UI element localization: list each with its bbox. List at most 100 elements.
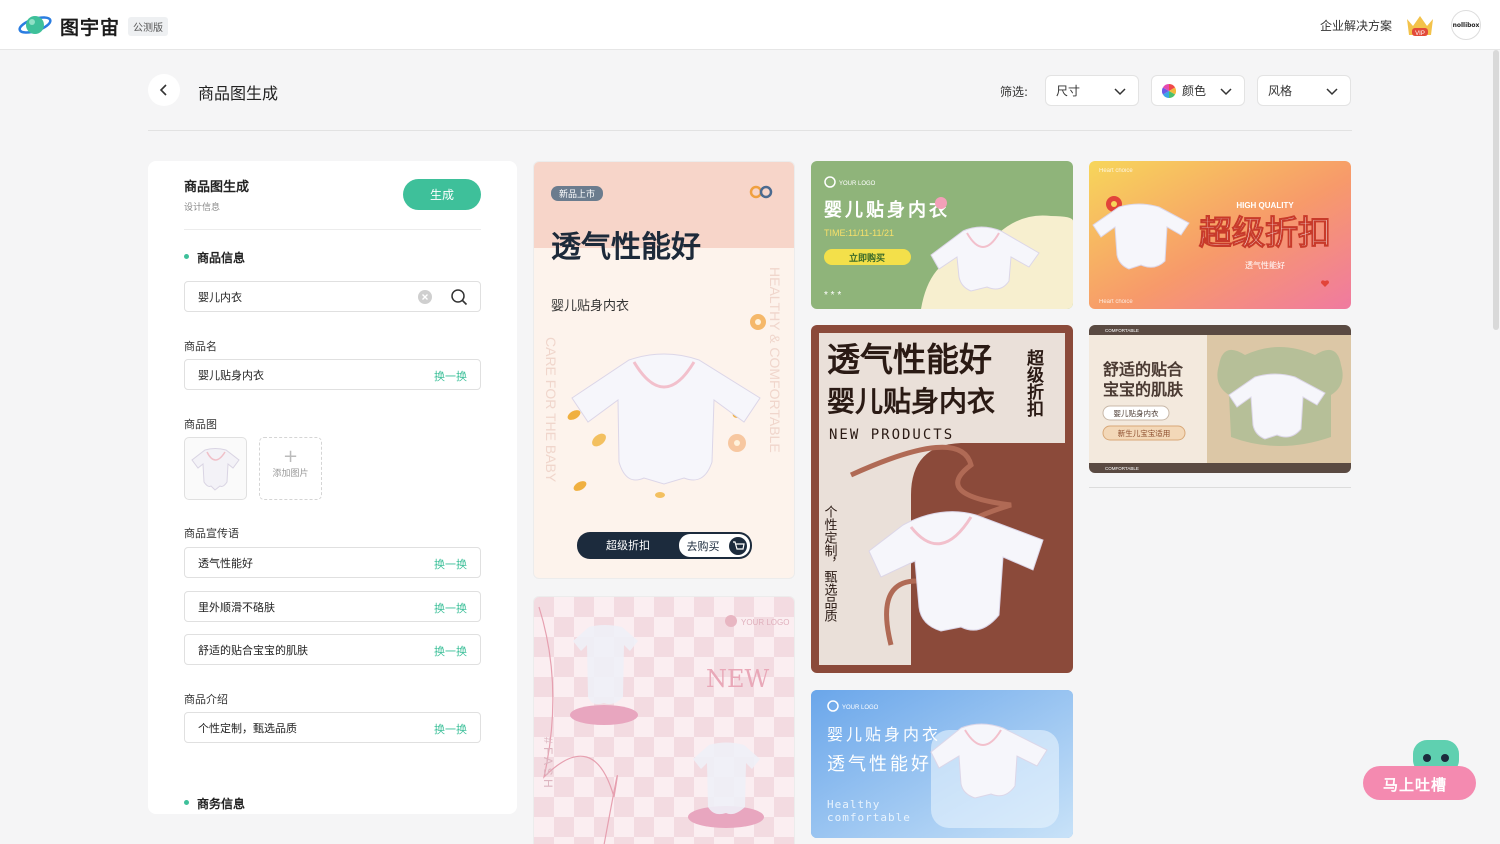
onesie-image <box>191 448 240 491</box>
product-name-label: 商品名 <box>184 340 217 353</box>
card-6-logo: YOUR LOGO <box>741 618 789 627</box>
result-card-6[interactable]: YOUR LOGO NEW # F A S H <box>533 596 795 844</box>
slogan-field[interactable]: 透气性能好 换一换 <box>184 547 481 578</box>
product-thumbnail[interactable] <box>184 437 247 500</box>
plus-icon: + <box>282 446 299 467</box>
card-3-sub: 透气性能好 <box>1245 260 1285 270</box>
result-card-3[interactable]: Heart choice Heart choice HIGH QUALITY 超… <box>1089 161 1351 309</box>
card-3-artwork: Heart choice Heart choice HIGH QUALITY 超… <box>1089 161 1351 309</box>
slogan-label: 商品宣传语 <box>184 527 239 540</box>
chevron-down-icon <box>1114 88 1126 96</box>
card-1-vertical-right: HEALTHY & COMFORTABLE <box>767 267 783 453</box>
card-4-line2: 婴儿贴身内衣 <box>827 385 995 418</box>
card-6-artwork: YOUR LOGO NEW # F A S H <box>534 597 794 844</box>
color-select[interactable]: 颜色 <box>1151 75 1245 106</box>
card-5-tag1: 婴儿贴身内衣 <box>1114 408 1159 418</box>
slogan-value: 舒适的贴合宝宝的肌肤 <box>198 643 308 657</box>
card-2-title: 婴儿贴身内衣 <box>824 199 950 221</box>
result-card-7[interactable]: YOUR LOGO 婴儿贴身内衣 透气性能好 Healthy comfortab… <box>811 690 1073 838</box>
swap-button[interactable]: 换一换 <box>434 600 467 616</box>
search-value: 婴儿内衣 <box>198 290 242 304</box>
card-7-title1: 婴儿贴身内衣 <box>827 725 941 744</box>
card-2-logo: YOUR LOGO <box>839 181 876 187</box>
style-select[interactable]: 风格 <box>1257 75 1351 106</box>
intro-label: 商品介绍 <box>184 693 228 706</box>
result-card-5[interactable]: COMFORTABLE COMFORTABLE 舒适的贴合 宝宝的肌肤 婴儿贴身… <box>1089 325 1351 473</box>
size-select-label: 尺寸 <box>1056 84 1081 98</box>
swap-button[interactable]: 换一换 <box>434 368 467 384</box>
chevron-down-icon <box>1326 88 1338 96</box>
card-6-new: NEW <box>706 665 770 693</box>
card-7-en1: Healthy <box>827 798 880 811</box>
card-7-logo: YOUR LOGO <box>842 705 879 711</box>
product-name-field[interactable]: 婴儿贴身内衣 换一换 <box>184 359 481 390</box>
vip-label: VIP <box>1415 31 1425 37</box>
card-7-title2: 透气性能好 <box>827 754 932 775</box>
panel-divider <box>184 229 481 230</box>
card-5-tag2: 新生儿宝宝适用 <box>1118 428 1171 438</box>
card-1-subline: 婴儿贴身内衣 <box>551 298 629 314</box>
result-card-4[interactable]: 透气性能好 婴儿贴身内衣 NEW PRODUCTS 超级折扣 个性定制，甄选品质 <box>811 325 1073 673</box>
add-image-button[interactable]: + 添加图片 <box>259 437 322 500</box>
design-info-panel: 商品图生成 设计信息 生成 商品信息 婴儿内衣 商品名 婴儿贴身内衣 换一换 商… <box>148 161 517 814</box>
cart-icon <box>729 537 747 555</box>
chevron-down-icon <box>1220 88 1232 96</box>
page-scrollbar[interactable] <box>1493 50 1499 330</box>
swap-button[interactable]: 换一换 <box>434 556 467 572</box>
slogan-field[interactable]: 里外顺滑不硌肤 换一换 <box>184 591 481 622</box>
card-1-buy: 去购买 <box>687 539 720 553</box>
panel-title: 商品图生成 <box>184 180 250 195</box>
card-4-en: NEW PRODUCTS <box>829 427 954 443</box>
toolbar-divider <box>148 130 1352 131</box>
card-2-artwork: YOUR LOGO 婴儿贴身内衣 TIME:11/11-11/21 立即购买 *… <box>824 176 1073 309</box>
page-title: 商品图生成 <box>198 84 279 103</box>
card-5-ribbon-bottom: COMFORTABLE <box>1105 466 1139 471</box>
slogan-field[interactable]: 舒适的贴合宝宝的肌肤 换一换 <box>184 634 481 665</box>
panel-subtitle: 设计信息 <box>184 203 221 213</box>
product-search-input[interactable]: 婴儿内衣 <box>184 281 481 312</box>
user-avatar[interactable]: nollibox <box>1451 10 1481 40</box>
planet-logo-icon[interactable] <box>18 12 52 38</box>
vip-crown-icon[interactable]: VIP <box>1404 13 1436 39</box>
color-select-label: 颜色 <box>1182 84 1207 98</box>
card-3-title: 超级折扣 <box>1199 213 1331 252</box>
slogan-value: 透气性能好 <box>198 556 253 570</box>
card-7-artwork: YOUR LOGO 婴儿贴身内衣 透气性能好 Healthy comfortab… <box>811 690 1073 838</box>
enterprise-solutions-link[interactable]: 企业解决方案 <box>1320 17 1392 34</box>
swap-button[interactable]: 换一换 <box>434 643 467 659</box>
card-4-artwork: 透气性能好 婴儿贴身内衣 NEW PRODUCTS 超级折扣 个性定制，甄选品质 <box>819 333 1065 665</box>
card-5-ribbon-top: COMFORTABLE <box>1105 328 1139 333</box>
feedback-button[interactable]: 马上吐槽 <box>1363 740 1477 802</box>
product-info-heading: 商品信息 <box>184 249 245 266</box>
size-select[interactable]: 尺寸 <box>1045 75 1139 106</box>
card-7-en2: comfortable <box>827 811 911 824</box>
card-5-title1: 舒适的贴合 <box>1103 360 1184 379</box>
card-2-stars: * * * <box>824 290 841 301</box>
card-2-time: TIME:11/11-11/21 <box>824 228 894 238</box>
card-4-line1: 透气性能好 <box>827 340 992 379</box>
swap-button[interactable]: 换一换 <box>434 721 467 737</box>
card-2-button: 立即购买 <box>849 252 885 264</box>
feedback-label: 马上吐槽 <box>1383 776 1448 794</box>
top-bar: 图宇宙 公测版 企业解决方案 VIP nollibox <box>0 0 1500 50</box>
product-image-label: 商品图 <box>184 418 217 431</box>
product-name-value: 婴儿贴身内衣 <box>198 368 264 382</box>
intro-field[interactable]: 个性定制，甄选品质 换一换 <box>184 712 481 743</box>
logo-text[interactable]: 图宇宙 <box>60 13 120 40</box>
card-4-side: 超级折扣 <box>1023 348 1044 418</box>
generate-button[interactable]: 生成 <box>403 179 481 210</box>
card-1-badge: 新品上市 <box>559 188 595 199</box>
card-3-ribbon-bottom: Heart choice <box>1099 299 1133 305</box>
back-button[interactable] <box>148 74 180 106</box>
card-5-title2: 宝宝的肌肤 <box>1103 380 1184 399</box>
clear-icon[interactable] <box>418 290 432 304</box>
beta-badge: 公测版 <box>128 17 168 36</box>
card-1-vertical-left: CARE FOR THE BABY <box>543 337 559 483</box>
column-end-divider <box>1089 487 1351 488</box>
result-card-1[interactable]: 新品上市 透气性能好 婴儿贴身内衣 HEALTHY & COMFORTABLE … <box>533 161 795 579</box>
business-info-heading: 商务信息 <box>184 795 245 812</box>
card-1-artwork: 新品上市 透气性能好 婴儿贴身内衣 HEALTHY & COMFORTABLE … <box>534 162 794 559</box>
result-card-2[interactable]: YOUR LOGO 婴儿贴身内衣 TIME:11/11-11/21 立即购买 *… <box>811 161 1073 309</box>
slogan-value: 里外顺滑不硌肤 <box>198 600 275 614</box>
search-icon[interactable] <box>450 288 468 306</box>
